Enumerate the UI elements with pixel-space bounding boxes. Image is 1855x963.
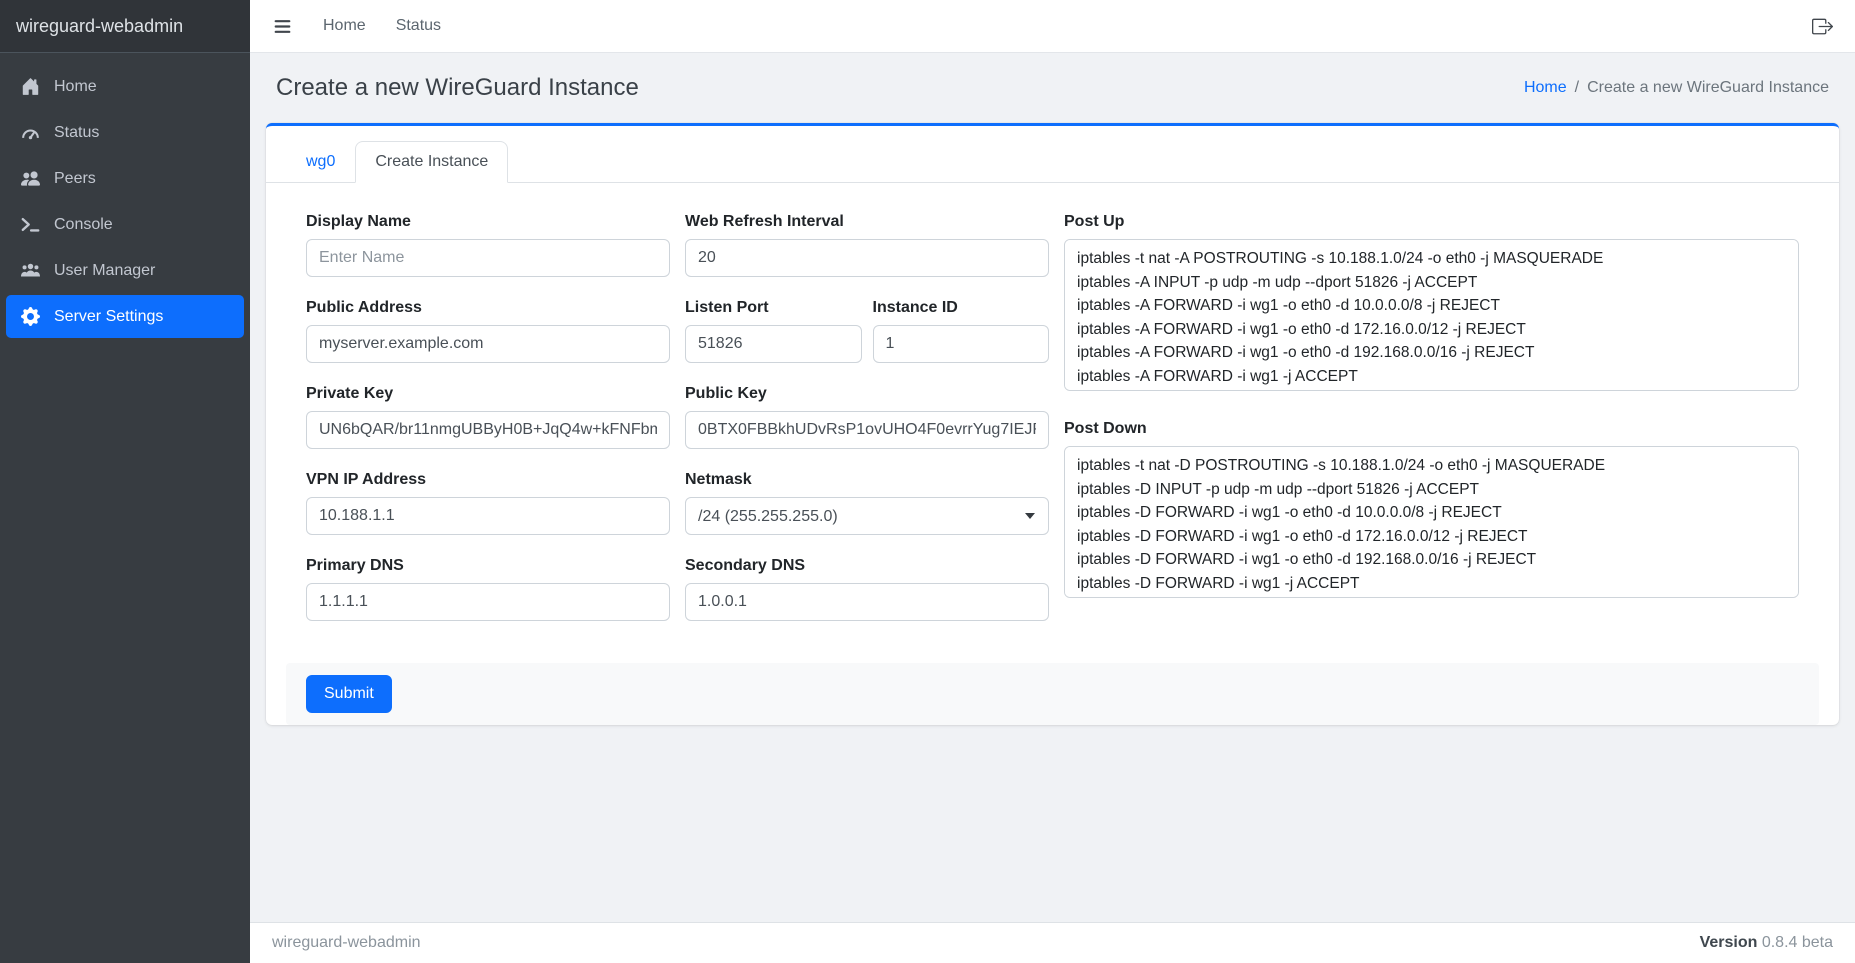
- post-up-group: Post Up iptables -t nat -A POSTROUTING -…: [1064, 213, 1799, 396]
- secondary-dns-label: Secondary DNS: [685, 557, 1049, 575]
- post-down-label: Post Down: [1064, 420, 1799, 438]
- sidebar-item-label: Status: [54, 124, 99, 142]
- post-up-label: Post Up: [1064, 213, 1799, 231]
- sidebar-item-label: User Manager: [54, 262, 155, 280]
- footer-version: Version 0.8.4 beta: [1700, 934, 1833, 952]
- sidebar-item-server-settings[interactable]: Server Settings: [6, 295, 244, 338]
- listen-port-input[interactable]: [685, 325, 862, 363]
- sidebar-item-label: Server Settings: [54, 308, 163, 326]
- private-key-group: Private Key: [306, 385, 670, 449]
- secondary-dns-input[interactable]: [685, 583, 1049, 621]
- web-refresh-input[interactable]: [685, 239, 1049, 277]
- breadcrumb: Home / Create a new WireGuard Instance: [1524, 79, 1829, 97]
- display-name-input[interactable]: [306, 239, 670, 277]
- web-refresh-group: Web Refresh Interval: [685, 213, 1049, 277]
- breadcrumb-current: Create a new WireGuard Instance: [1587, 79, 1829, 97]
- primary-dns-label: Primary DNS: [306, 557, 670, 575]
- topbar: Home Status: [250, 0, 1855, 53]
- sidebar-item-home[interactable]: Home: [6, 65, 244, 108]
- page-header: Create a new WireGuard Instance Home / C…: [266, 67, 1839, 105]
- form-column-1: Display Name Public Address Private Key: [306, 213, 670, 643]
- form-column-2: Web Refresh Interval Listen Port Instanc…: [685, 213, 1049, 643]
- instance-tabs: wg0 Create Instance: [266, 126, 1839, 183]
- instance-id-input[interactable]: [873, 325, 1050, 363]
- sidebar-item-label: Home: [54, 78, 97, 96]
- home-icon: [19, 77, 41, 96]
- sidebar-item-console[interactable]: Console: [6, 203, 244, 246]
- vpn-ip-group: VPN IP Address: [306, 471, 670, 535]
- tab-wg0[interactable]: wg0: [286, 141, 355, 183]
- logout-button[interactable]: [1812, 16, 1833, 37]
- sidebar-nav: Home Status Peers Console: [0, 53, 250, 353]
- instance-id-group: Instance ID: [873, 299, 1050, 363]
- hamburger-icon: [272, 16, 293, 37]
- breadcrumb-separator: /: [1575, 79, 1579, 97]
- peers-icon: [19, 169, 41, 188]
- sidebar-toggle-button[interactable]: [272, 16, 293, 37]
- topbar-link-status[interactable]: Status: [396, 17, 441, 35]
- page-footer: wireguard-webadmin Version 0.8.4 beta: [250, 922, 1855, 963]
- display-name-label: Display Name: [306, 213, 670, 231]
- content-area: Create a new WireGuard Instance Home / C…: [250, 53, 1855, 922]
- instance-card: wg0 Create Instance Display Name Public: [266, 123, 1839, 725]
- gears-icon: [19, 307, 41, 326]
- sidebar-item-user-manager[interactable]: User Manager: [6, 249, 244, 292]
- primary-dns-group: Primary DNS: [306, 557, 670, 621]
- sidebar-item-peers[interactable]: Peers: [6, 157, 244, 200]
- sidebar-item-label: Peers: [54, 170, 96, 188]
- form-column-3: Post Up iptables -t nat -A POSTROUTING -…: [1064, 213, 1799, 643]
- netmask-group: Netmask /24 (255.255.255.0): [685, 471, 1049, 535]
- footer-version-label: Version: [1700, 934, 1758, 951]
- footer-brand: wireguard-webadmin: [272, 934, 421, 952]
- vpn-ip-label: VPN IP Address: [306, 471, 670, 489]
- instance-id-label: Instance ID: [873, 299, 1050, 317]
- web-refresh-label: Web Refresh Interval: [685, 213, 1049, 231]
- brand: wireguard-webadmin: [0, 0, 250, 53]
- post-down-textarea[interactable]: iptables -t nat -D POSTROUTING -s 10.188…: [1064, 446, 1799, 598]
- breadcrumb-home-link[interactable]: Home: [1524, 79, 1567, 97]
- instance-form: Display Name Public Address Private Key: [266, 183, 1839, 655]
- main-area: Home Status Create a new WireGuard Insta…: [250, 0, 1855, 963]
- listen-port-group: Listen Port: [685, 299, 862, 363]
- netmask-label: Netmask: [685, 471, 1049, 489]
- netmask-select[interactable]: /24 (255.255.255.0): [685, 497, 1049, 535]
- sidebar-item-status[interactable]: Status: [6, 111, 244, 154]
- primary-dns-input[interactable]: [306, 583, 670, 621]
- logout-icon: [1812, 16, 1833, 37]
- post-down-group: Post Down iptables -t nat -D POSTROUTING…: [1064, 420, 1799, 603]
- private-key-input[interactable]: [306, 411, 670, 449]
- page-title: Create a new WireGuard Instance: [276, 71, 639, 105]
- submit-strip: Submit: [286, 663, 1819, 725]
- gauge-icon: [19, 123, 41, 142]
- netmask-select-wrap: /24 (255.255.255.0): [685, 497, 1049, 535]
- public-key-label: Public Key: [685, 385, 1049, 403]
- submit-button[interactable]: Submit: [306, 675, 392, 713]
- private-key-label: Private Key: [306, 385, 670, 403]
- sidebar: wireguard-webadmin Home Status Peers: [0, 0, 250, 963]
- vpn-ip-input[interactable]: [306, 497, 670, 535]
- footer-version-value: 0.8.4 beta: [1762, 934, 1833, 951]
- public-key-input[interactable]: [685, 411, 1049, 449]
- public-address-input[interactable]: [306, 325, 670, 363]
- public-key-group: Public Key: [685, 385, 1049, 449]
- listen-port-label: Listen Port: [685, 299, 862, 317]
- app-window: wireguard-webadmin Home Status Peers: [0, 0, 1855, 963]
- sidebar-item-label: Console: [54, 216, 113, 234]
- secondary-dns-group: Secondary DNS: [685, 557, 1049, 621]
- display-name-group: Display Name: [306, 213, 670, 277]
- terminal-icon: [19, 215, 41, 234]
- users-icon: [19, 261, 41, 280]
- topbar-link-home[interactable]: Home: [323, 17, 366, 35]
- post-up-textarea[interactable]: iptables -t nat -A POSTROUTING -s 10.188…: [1064, 239, 1799, 391]
- public-address-label: Public Address: [306, 299, 670, 317]
- public-address-group: Public Address: [306, 299, 670, 363]
- tab-create-instance[interactable]: Create Instance: [355, 141, 508, 183]
- port-id-row: Listen Port Instance ID: [685, 299, 1049, 363]
- form-grid: Display Name Public Address Private Key: [306, 213, 1799, 643]
